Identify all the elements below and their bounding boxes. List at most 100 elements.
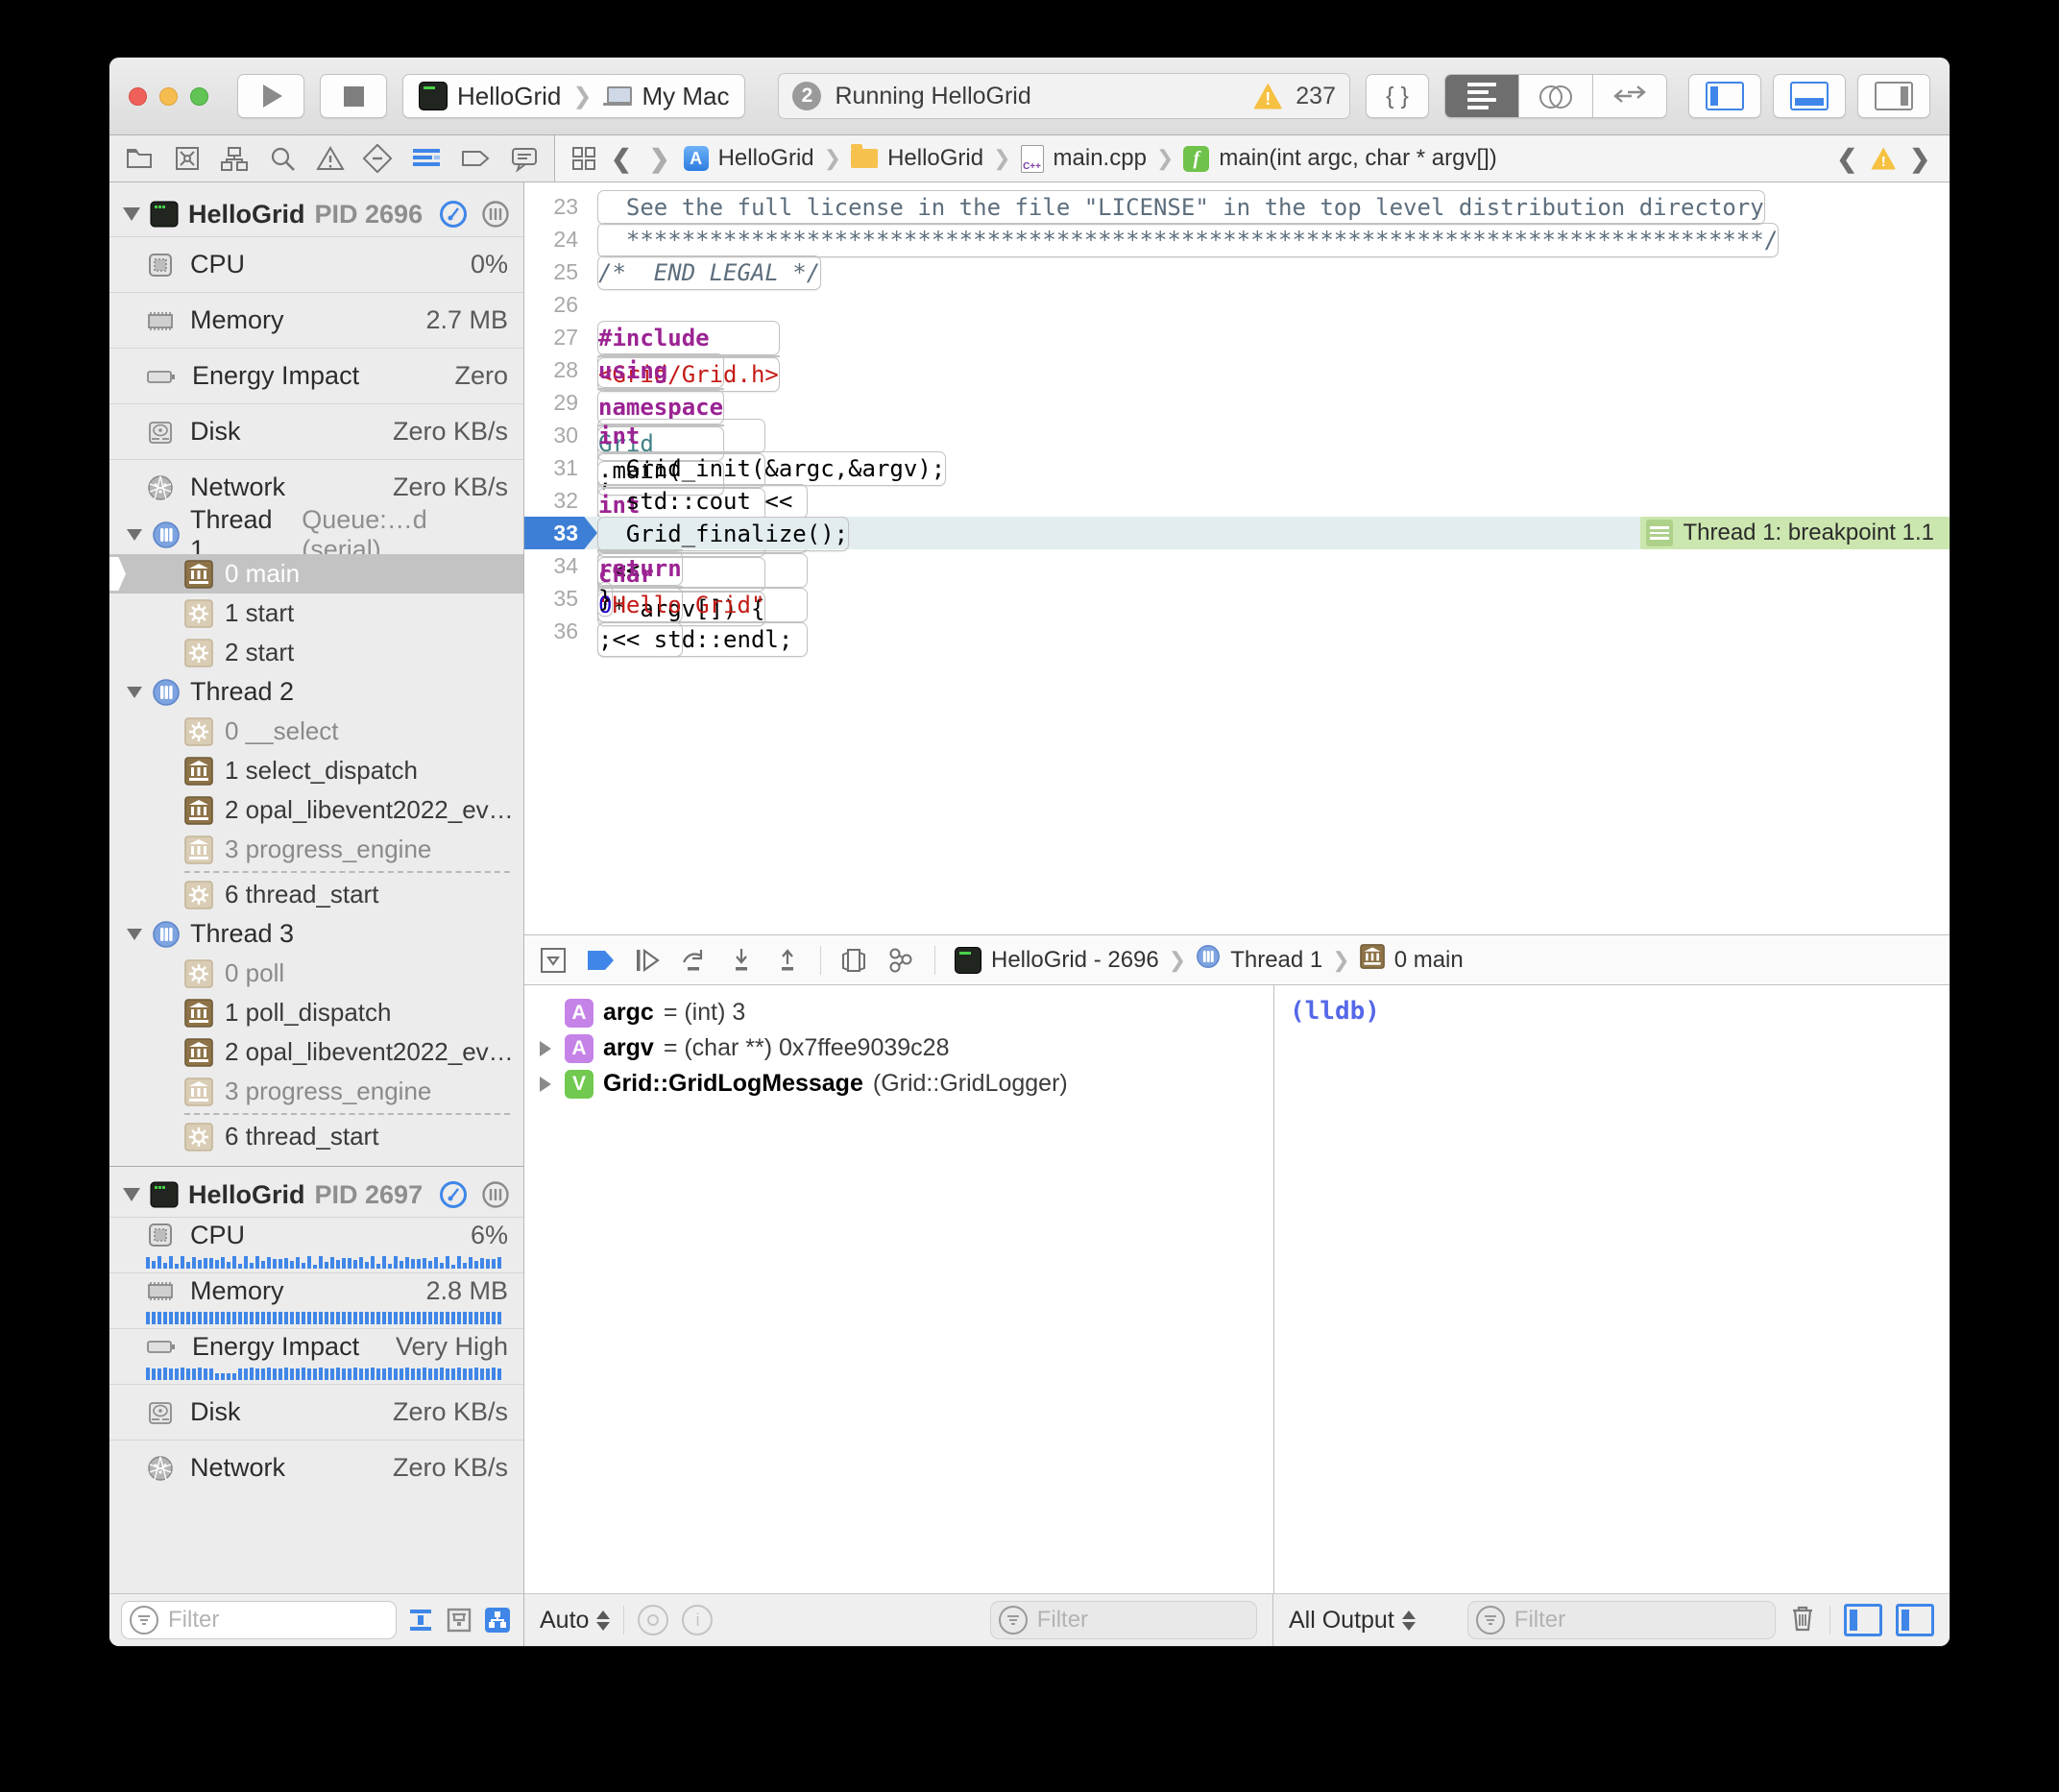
- debug-navigator-tab[interactable]: [411, 144, 442, 173]
- back-button[interactable]: ❮: [607, 144, 636, 174]
- source-control-navigator-tab[interactable]: [173, 144, 202, 173]
- disclosure-triangle-icon[interactable]: [123, 1188, 140, 1201]
- continue-button[interactable]: [634, 947, 661, 974]
- stat-row[interactable]: Memory2.8 MB: [109, 1272, 523, 1328]
- stack-frame[interactable]: 1 poll_dispatch: [109, 993, 523, 1032]
- line-number[interactable]: 28: [524, 353, 597, 386]
- stack-frame[interactable]: 1 start: [109, 593, 523, 633]
- debug-memory-graph-button[interactable]: [886, 947, 915, 974]
- toggle-debug-area-button[interactable]: [1773, 74, 1846, 118]
- code-line[interactable]: 26: [524, 288, 1950, 321]
- variables-view[interactable]: Aargc = (int) 3Aargv = (char **) 0x7ffee…: [524, 985, 1274, 1593]
- version-editor-button[interactable]: [1593, 75, 1666, 117]
- line-number[interactable]: 31: [524, 451, 597, 484]
- stat-row[interactable]: NetworkZero KB/s: [109, 1440, 523, 1495]
- code-line[interactable]: 34 return 0;: [524, 549, 1950, 582]
- step-out-button[interactable]: [774, 947, 801, 974]
- variables-filter-field[interactable]: [990, 1601, 1257, 1639]
- toggle-inspector-button[interactable]: [1857, 74, 1930, 118]
- disclosure-triangle-icon[interactable]: [536, 1077, 555, 1092]
- jumpbar-project[interactable]: HelloGrid: [718, 145, 814, 172]
- code-line[interactable]: 35}: [524, 582, 1950, 615]
- disclosure-triangle-icon[interactable]: [127, 529, 142, 541]
- hide-debug-area-button[interactable]: [540, 947, 567, 974]
- stat-row[interactable]: Memory2.7 MB: [109, 292, 523, 348]
- view-process-by-thread-button[interactable]: [483, 1606, 512, 1635]
- info-icon[interactable]: i: [682, 1605, 713, 1635]
- stack-frame[interactable]: 0 poll: [109, 954, 523, 993]
- variables-scope-selector[interactable]: Auto: [540, 1607, 610, 1635]
- process-header[interactable]: HelloGridPID 2696: [109, 192, 523, 236]
- toggle-console-view-button[interactable]: [1896, 1604, 1934, 1636]
- jumpbar-symbol[interactable]: main(int argc, char * argv[]): [1219, 145, 1496, 172]
- console-filter-input[interactable]: [1513, 1606, 1767, 1635]
- disclosure-triangle-icon[interactable]: [127, 687, 142, 698]
- code-snippets-button[interactable]: { }: [1366, 74, 1429, 118]
- jumpbar-folder[interactable]: HelloGrid: [887, 145, 983, 172]
- view-process-by-queue-button[interactable]: [445, 1606, 473, 1635]
- stack-frame[interactable]: 0 __select: [109, 712, 523, 751]
- stack-frame[interactable]: 3 progress_engine: [109, 830, 523, 869]
- stop-button[interactable]: [320, 74, 387, 118]
- line-number[interactable]: 36: [524, 615, 597, 647]
- issue-navigator-tab[interactable]: [316, 144, 345, 173]
- assistant-editor-button[interactable]: [1519, 75, 1593, 117]
- variable-row[interactable]: Aargv = (char **) 0x7ffee9039c28: [524, 1030, 1273, 1066]
- debug-view-hierarchy-button[interactable]: [840, 947, 867, 974]
- console-scope-selector[interactable]: All Output: [1289, 1607, 1416, 1635]
- thread-row[interactable]: Thread 2: [109, 672, 523, 712]
- navigator-filter-field[interactable]: [121, 1601, 397, 1639]
- code-line[interactable]: 30int main(int argc, char * argv[]) {: [524, 419, 1950, 451]
- zoom-window-button[interactable]: [190, 87, 208, 106]
- stack-frame[interactable]: 1 select_dispatch: [109, 751, 523, 790]
- line-number[interactable]: 27: [524, 321, 597, 353]
- find-navigator-tab[interactable]: [268, 144, 297, 173]
- code-line[interactable]: 33 Grid_finalize();Thread 1: breakpoint …: [524, 517, 1950, 549]
- standard-editor-button[interactable]: [1445, 75, 1519, 117]
- previous-issue-button[interactable]: ❮: [1832, 144, 1861, 174]
- variable-row[interactable]: VGrid::GridLogMessage (Grid::GridLogger): [524, 1066, 1273, 1102]
- toggle-variables-view-button[interactable]: [1844, 1604, 1882, 1636]
- related-items-icon[interactable]: [570, 145, 597, 172]
- line-number[interactable]: 34: [524, 549, 597, 582]
- code-line[interactable]: 23 See the full license in the file "LIC…: [524, 190, 1950, 223]
- process-header[interactable]: HelloGridPID 2697: [109, 1173, 523, 1217]
- run-button[interactable]: [237, 74, 304, 118]
- stat-row[interactable]: Energy ImpactZero: [109, 348, 523, 403]
- stat-row[interactable]: CPU0%: [109, 236, 523, 292]
- line-number[interactable]: 30: [524, 419, 597, 451]
- step-into-button[interactable]: [728, 947, 755, 974]
- line-number[interactable]: 26: [524, 288, 597, 321]
- code-line[interactable]: 31 Grid_init(&argc,&argv);: [524, 451, 1950, 484]
- source-editor[interactable]: 23 See the full license in the file "LIC…: [524, 182, 1950, 934]
- stack-frame[interactable]: 2 opal_libevent2022_ev…: [109, 1032, 523, 1072]
- report-navigator-tab[interactable]: [510, 144, 539, 173]
- code-line[interactable]: 29: [524, 386, 1950, 419]
- line-number[interactable]: 25: [524, 255, 597, 288]
- line-number[interactable]: 24: [524, 223, 597, 255]
- stack-frame[interactable]: 2 start: [109, 633, 523, 672]
- code-line[interactable]: 27#include <Grid/Grid.h>: [524, 321, 1950, 353]
- clear-console-button[interactable]: [1789, 1604, 1816, 1637]
- activity-viewer[interactable]: 2 Running HelloGrid ! 237: [778, 73, 1350, 119]
- breakpoints-toggle-button[interactable]: [586, 949, 615, 972]
- debug-frame[interactable]: 0 main: [1394, 947, 1464, 974]
- code-line[interactable]: 32 std::cout << GridLogMessage << "Hello…: [524, 484, 1950, 517]
- minimize-window-button[interactable]: [159, 87, 178, 106]
- step-over-button[interactable]: [680, 947, 709, 974]
- line-number[interactable]: 23: [524, 190, 597, 223]
- test-navigator-tab[interactable]: [363, 144, 392, 173]
- warning-icon[interactable]: !: [1871, 148, 1896, 170]
- variable-row[interactable]: Aargc = (int) 3: [524, 995, 1273, 1030]
- show-paused-threads-button[interactable]: [406, 1606, 435, 1635]
- stack-frame[interactable]: 6 thread_start: [109, 875, 523, 914]
- close-window-button[interactable]: [129, 87, 147, 106]
- stat-row[interactable]: DiskZero KB/s: [109, 403, 523, 459]
- navigator-filter-input[interactable]: [166, 1606, 388, 1635]
- code-line[interactable]: 36: [524, 615, 1950, 647]
- stat-row[interactable]: DiskZero KB/s: [109, 1384, 523, 1440]
- debug-process[interactable]: HelloGrid - 2696: [991, 947, 1159, 974]
- line-number[interactable]: 29: [524, 386, 597, 419]
- stack-frame[interactable]: 2 opal_libevent2022_ev…: [109, 790, 523, 830]
- project-navigator-tab[interactable]: [125, 144, 154, 173]
